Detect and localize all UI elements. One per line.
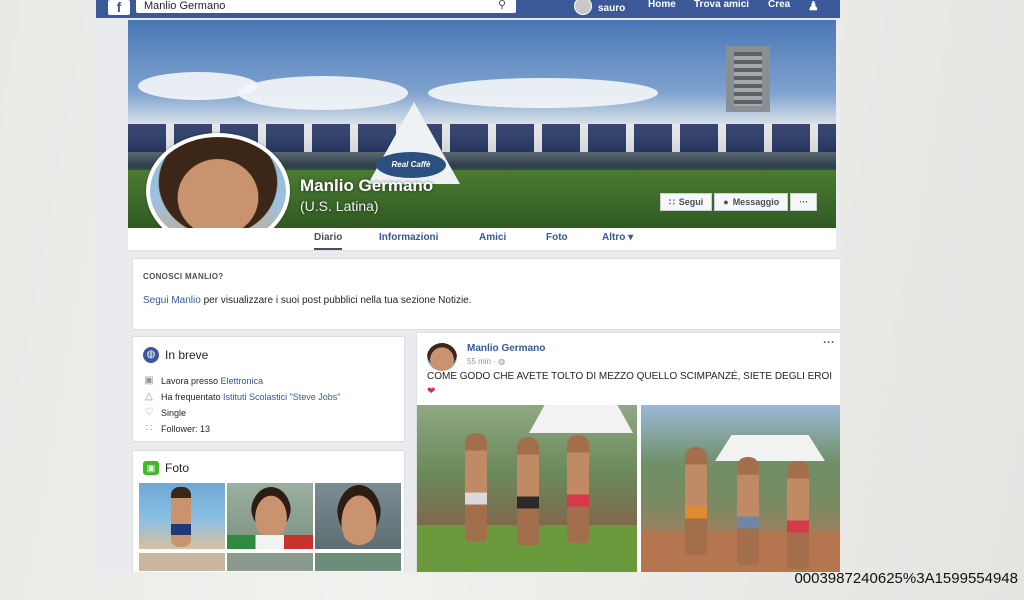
photo-icon: ▣	[143, 461, 159, 475]
tent-shape	[529, 405, 633, 433]
intro-followers-row: ∷ Follower: 13	[143, 423, 210, 434]
intro-card: ◍ In breve ▣ Lavora presso Elettronica △…	[132, 336, 405, 442]
cloud-shape	[428, 78, 658, 108]
post-text-content: COME GODO CHE AVETE TOLTO DI MEZZO QUELL…	[427, 371, 833, 382]
facebook-logo-icon[interactable]: f	[108, 0, 130, 15]
avatar[interactable]	[427, 343, 457, 371]
post-text: COME GODO CHE AVETE TOLTO DI MEZZO QUELL…	[427, 369, 837, 399]
intro-work: Lavora presso Elettronica	[161, 376, 263, 386]
photos-header: ▣ Foto	[143, 461, 189, 475]
search-input-value: Manlio Germano	[144, 0, 226, 12]
globe-icon: ◍	[498, 357, 506, 366]
post-image-right[interactable]	[641, 405, 840, 572]
profile-tabs: Diario Informazioni Amici Foto Altro ▾	[128, 228, 836, 251]
work-prefix: Lavora presso	[161, 375, 221, 386]
profile-alternate-name: (U.S. Latina)	[300, 198, 379, 214]
briefcase-icon: ▣	[144, 375, 154, 386]
photo-thumbnail[interactable]	[227, 483, 313, 549]
profile-shortcut[interactable]: sauro	[574, 0, 625, 15]
sponsor-logo: Real Caffè	[376, 152, 446, 178]
work-link[interactable]: Elettronica	[221, 376, 264, 386]
tab-informazioni[interactable]: Informazioni	[379, 232, 438, 243]
photo-thumbnail[interactable]	[315, 483, 401, 549]
photos-card: ▣ Foto	[132, 450, 405, 572]
post-image-left[interactable]	[417, 405, 637, 572]
person-figure	[465, 433, 487, 541]
person-face	[337, 485, 381, 545]
intro-school: Ha frequentato Istituti Scolastici "Stev…	[161, 392, 340, 402]
tent-shape	[715, 435, 825, 461]
scarf-shape	[227, 535, 313, 549]
globe-icon: ◍	[143, 347, 159, 363]
tab-altro[interactable]: Altro ▾	[602, 232, 633, 243]
person-figure	[171, 487, 191, 547]
search-input[interactable]: Manlio Germano ⚲	[136, 0, 516, 13]
person-figure	[685, 447, 707, 555]
browser-screen: f Manlio Germano ⚲ sauro Home Trova amic…	[96, 0, 840, 572]
stadium-tower	[726, 46, 770, 112]
intro-title: In breve	[165, 348, 209, 362]
photos-title[interactable]: Foto	[165, 461, 189, 475]
cover-actions: ∷ Segui ● Messaggio ···	[660, 193, 818, 211]
tab-diario[interactable]: Diario	[314, 232, 343, 250]
graduation-cap-icon: △	[145, 391, 153, 402]
message-button[interactable]: ● Messaggio	[714, 193, 789, 211]
intro-header: ◍ In breve	[143, 347, 208, 363]
intro-work-row: ▣ Lavora presso Elettronica	[143, 375, 263, 386]
post-author[interactable]: Manlio Germano	[467, 343, 545, 354]
rss-icon: ∷	[669, 197, 675, 207]
profile-name: Manlio Germano	[300, 176, 434, 195]
intro-relationship: Single	[161, 407, 187, 418]
tab-foto[interactable]: Foto	[546, 232, 568, 243]
intro-followers[interactable]: Follower: 13	[161, 424, 210, 434]
more-label: ···	[799, 197, 809, 207]
nav-home[interactable]: Home	[648, 0, 676, 10]
person-figure	[567, 435, 589, 543]
printed-url-line: 0003987240625%3A1599554948	[0, 568, 1024, 600]
intro-school-row: △ Ha frequentato Istituti Scolastici "St…	[143, 391, 340, 402]
post-time-text: 55 min ·	[467, 357, 496, 366]
more-options-button[interactable]: ···	[790, 193, 818, 211]
message-label: Messaggio	[732, 197, 780, 207]
messenger-icon: ●	[723, 197, 729, 207]
heart-icon: ❤	[427, 386, 436, 397]
rss-icon: ∷	[145, 423, 153, 434]
heart-icon: ♡	[144, 407, 154, 418]
friends-icon[interactable]: ♟	[808, 0, 819, 13]
search-icon[interactable]: ⚲	[498, 0, 506, 11]
post-options-button[interactable]: ···	[823, 335, 835, 349]
school-link[interactable]: Istituti Scolastici "Steve Jobs"	[223, 392, 340, 402]
person-figure	[737, 457, 759, 565]
photo-thumbnail[interactable]	[139, 483, 225, 549]
url-text: 0003987240625%3A1599554948	[794, 570, 1018, 587]
person-figure	[787, 461, 809, 569]
person-face	[251, 487, 291, 537]
know-card-description: per visualizzare i suoi post pubblici ne…	[200, 295, 472, 306]
intro-relationship-row: ♡ Single	[143, 407, 187, 418]
tab-amici[interactable]: Amici	[479, 232, 506, 243]
nav-find-friends[interactable]: Trova amici	[694, 0, 749, 10]
top-navigation-bar: f Manlio Germano ⚲ sauro Home Trova amic…	[96, 0, 840, 18]
know-card-title: CONOSCI MANLIO?	[143, 272, 224, 281]
nav-create[interactable]: Crea	[768, 0, 790, 10]
avatar	[574, 0, 592, 15]
post-timestamp[interactable]: 55 min · ◍	[467, 357, 505, 366]
follow-label: Segui	[678, 197, 704, 207]
post-card: Manlio Germano 55 min · ◍ ··· COME GODO …	[416, 332, 840, 572]
know-card-text: Segui Manlio per visualizzare i suoi pos…	[143, 295, 472, 306]
follow-button[interactable]: ∷ Segui	[660, 193, 713, 211]
person-figure	[517, 437, 539, 545]
school-prefix: Ha frequentato	[161, 391, 224, 402]
know-person-card: CONOSCI MANLIO? Segui Manlio per visuali…	[132, 258, 840, 330]
follow-link[interactable]: Segui Manlio	[143, 295, 201, 306]
user-name: sauro	[598, 2, 626, 14]
